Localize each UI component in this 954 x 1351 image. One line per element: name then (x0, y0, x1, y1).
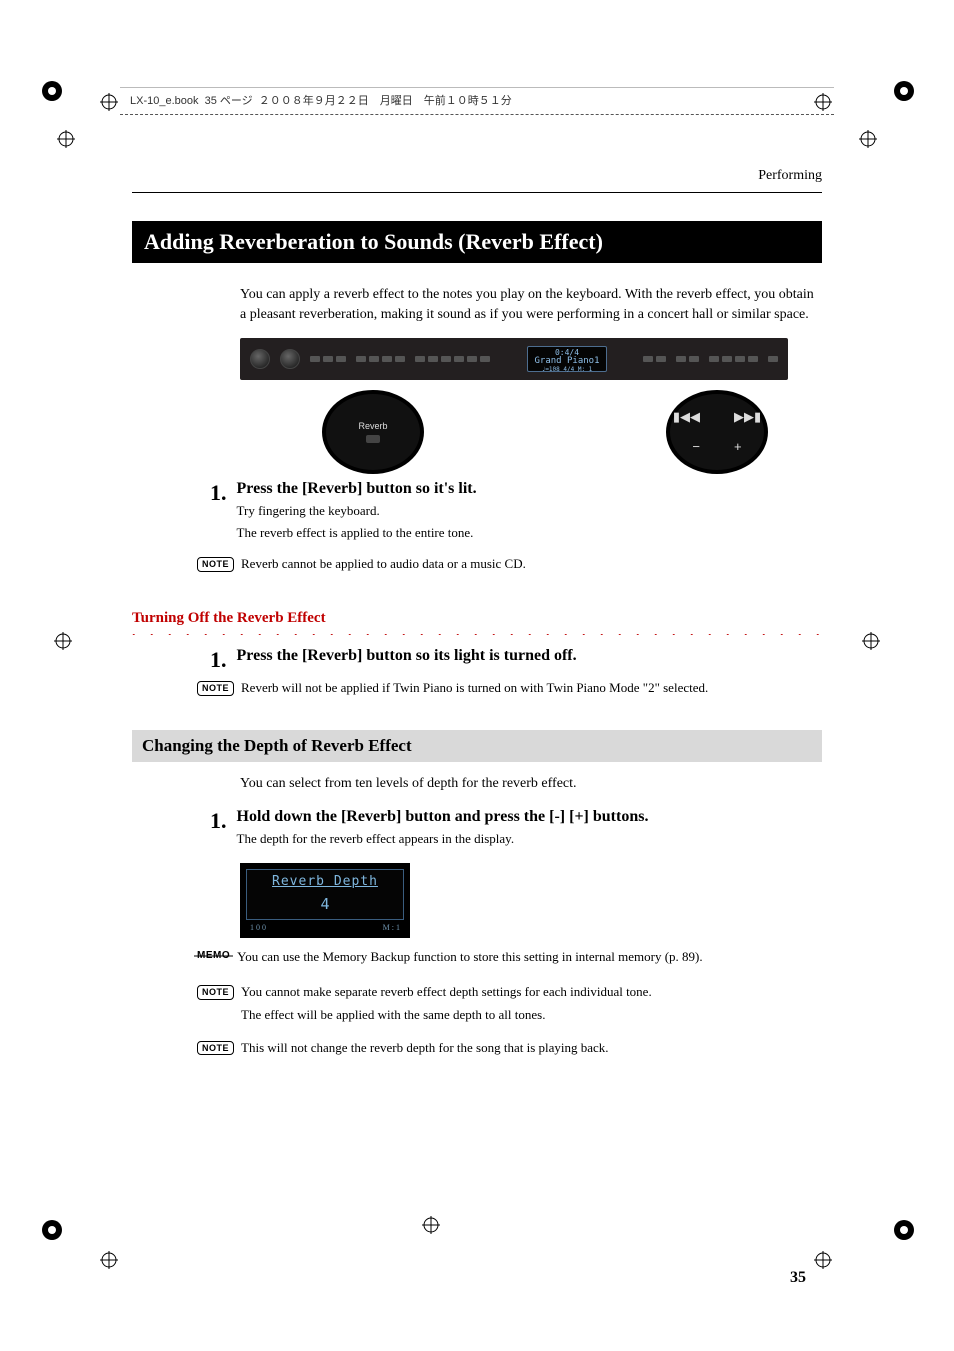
minus-icon: − (692, 439, 700, 454)
control-panel-figure: 0:4/4 Grand Piano1 ♩=108 4/4 M: 1 Reverb… (240, 338, 788, 474)
reg-mark-icon (40, 80, 62, 102)
lcd-title: Reverb Depth (247, 874, 403, 889)
rewind-icon: ▮◀◀ (673, 409, 700, 425)
reg-mark-icon (892, 1219, 914, 1241)
lcd-scale-left: 1 0 0 (250, 923, 266, 932)
note-text: You cannot make separate reverb effect d… (241, 983, 652, 1002)
panel-lcd: 0:4/4 Grand Piano1 ♩=108 4/4 M: 1 (527, 346, 607, 372)
step-text: The reverb effect is applied to the enti… (237, 524, 477, 543)
doc-header-info: LX-10_e.book 35 ページ ２００８年９月２２日 月曜日 午前１０時… (130, 92, 512, 108)
step-title: Hold down the [Reverb] button and press … (237, 808, 649, 826)
crosshair-icon (860, 630, 882, 652)
subheading: Turning Off the Reverb Effect (132, 610, 822, 627)
crosshair-icon (55, 128, 77, 150)
page-top-rule (132, 192, 822, 193)
step-title: Press the [Reverb] button so it's lit. (237, 480, 477, 498)
note-text: This will not change the reverb depth fo… (241, 1039, 609, 1058)
reverb-button-callout: Reverb (322, 390, 424, 474)
step-number: 1. (210, 647, 227, 671)
forward-icon: ▶▶▮ (734, 409, 761, 425)
knob-icon (250, 349, 270, 369)
lcd-display-figure: Reverb Depth 4 1 0 0 M : 1 (240, 863, 410, 938)
crosshair-icon (98, 1249, 120, 1271)
lcd-value: 4 (247, 895, 403, 913)
memo-badge: MEMO (197, 950, 230, 961)
step-text: The depth for the reverb effect appears … (237, 830, 649, 849)
note-badge: NOTE (197, 557, 234, 572)
subheading-bar: Changing the Depth of Reverb Effect (132, 730, 822, 762)
intro-text: You can apply a reverb effect to the not… (240, 285, 816, 326)
step-title: Press the [Reverb] button so its light i… (237, 647, 577, 665)
note-badge: NOTE (197, 985, 234, 1000)
crosshair-icon (98, 91, 120, 113)
lcd-scale-right: M : 1 (383, 923, 400, 932)
note-badge: NOTE (197, 1041, 234, 1056)
step-text: Try fingering the keyboard. (237, 502, 477, 521)
dotted-separator: • • • • • • • • • • • • • • • • • • • • … (132, 631, 822, 635)
page-number: 35 (790, 1269, 806, 1287)
note-badge: NOTE (197, 681, 234, 696)
running-head: Performing (132, 168, 822, 184)
note-text: Reverb cannot be applied to audio data o… (241, 555, 526, 574)
knob-icon (280, 349, 300, 369)
step-number: 1. (210, 808, 227, 832)
plus-minus-callout: ▮◀◀ ▶▶▮ − + (666, 390, 768, 474)
plus-icon: + (734, 439, 742, 454)
crosshair-icon (857, 128, 879, 150)
reg-mark-icon (892, 80, 914, 102)
note-text: Reverb will not be applied if Twin Piano… (241, 679, 708, 698)
memo-text: You can use the Memory Backup function t… (237, 948, 703, 967)
crosshair-icon (52, 630, 74, 652)
section-intro: You can select from ten levels of depth … (240, 774, 816, 794)
step-number: 1. (210, 480, 227, 504)
note-text: The effect will be applied with the same… (241, 1006, 652, 1025)
reg-mark-icon (40, 1219, 62, 1241)
section-title-bar: Adding Reverberation to Sounds (Reverb E… (132, 221, 822, 263)
